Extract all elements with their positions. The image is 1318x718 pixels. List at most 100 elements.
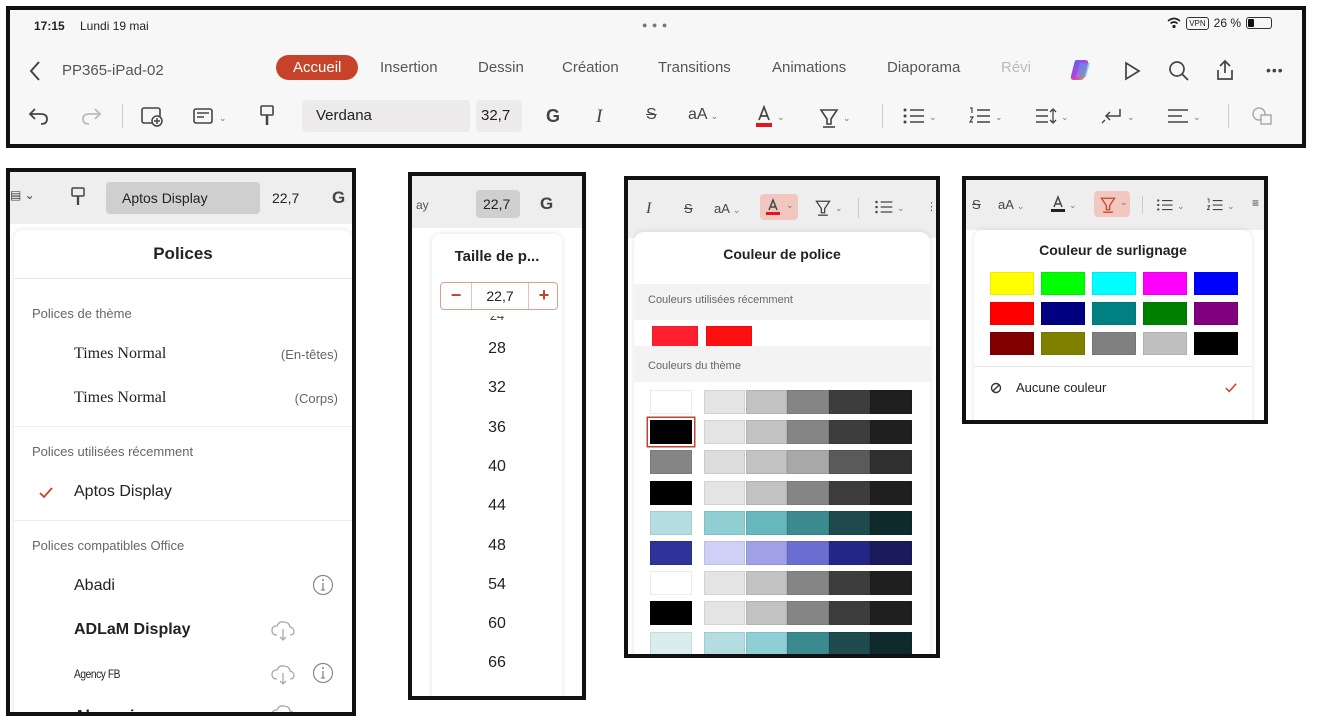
share-icon[interactable] xyxy=(1214,58,1236,82)
format-painter-icon[interactable] xyxy=(70,186,86,208)
color-swatch[interactable] xyxy=(870,601,912,626)
change-case-button[interactable]: aA ⌄ xyxy=(688,106,718,124)
color-swatch[interactable] xyxy=(650,480,692,505)
color-swatch[interactable] xyxy=(787,631,829,654)
cloud-download-icon[interactable] xyxy=(270,664,296,686)
font-name-field[interactable]: Aptos Display xyxy=(106,182,260,214)
color-swatch[interactable] xyxy=(650,631,692,654)
layout-icon[interactable] xyxy=(192,106,214,126)
color-swatch[interactable] xyxy=(745,510,787,535)
color-swatch[interactable] xyxy=(704,510,746,535)
font-item[interactable]: Agency FB xyxy=(14,656,352,692)
tab-revision[interactable]: Révi xyxy=(1001,59,1031,76)
size-stepper[interactable]: − 22,7 + xyxy=(440,282,558,310)
color-swatch[interactable] xyxy=(828,450,871,475)
color-swatch[interactable] xyxy=(787,450,829,475)
tab-creation[interactable]: Création xyxy=(562,59,619,76)
size-item[interactable]: 36 xyxy=(432,409,562,447)
color-swatch[interactable] xyxy=(828,480,871,505)
change-case-button[interactable]: aA ⌄ xyxy=(998,197,1024,212)
color-swatch[interactable] xyxy=(745,571,787,596)
highlight-swatch[interactable] xyxy=(1092,272,1136,295)
font-color-button[interactable]: ⌄ xyxy=(1050,194,1077,214)
color-swatch[interactable] xyxy=(787,420,829,445)
color-swatch[interactable] xyxy=(828,420,871,445)
color-swatch[interactable] xyxy=(870,571,912,596)
color-swatch-selected[interactable] xyxy=(650,420,692,445)
change-case-button[interactable]: aA ⌄ xyxy=(714,201,740,216)
color-swatch[interactable] xyxy=(704,541,746,565)
size-item[interactable]: 32 xyxy=(432,369,562,407)
info-icon[interactable] xyxy=(312,574,334,596)
font-name-field[interactable]: Verdana xyxy=(302,100,470,132)
color-swatch[interactable] xyxy=(650,510,692,535)
color-swatch[interactable] xyxy=(787,571,829,596)
cloud-download-icon[interactable] xyxy=(270,620,296,642)
color-swatch[interactable] xyxy=(704,480,746,505)
color-swatch[interactable] xyxy=(650,571,692,596)
bold-button[interactable]: G xyxy=(332,188,345,208)
tab-diaporama[interactable]: Diaporama xyxy=(887,59,960,76)
font-item[interactable]: Times Normal (En-têtes) xyxy=(14,336,352,372)
highlight-swatch[interactable] xyxy=(1143,332,1187,355)
info-icon[interactable] xyxy=(312,662,334,684)
color-swatch[interactable] xyxy=(870,510,912,535)
back-chevron-icon[interactable] xyxy=(28,60,42,82)
color-swatch[interactable] xyxy=(704,601,746,626)
color-swatch[interactable] xyxy=(828,541,871,565)
increase-button[interactable]: + xyxy=(529,283,559,309)
font-name-field[interactable]: ay xyxy=(416,198,429,212)
bold-button[interactable]: G xyxy=(546,106,560,127)
decrease-button[interactable]: − xyxy=(441,283,471,309)
highlight-swatch[interactable] xyxy=(1194,302,1238,325)
no-color-option[interactable]: Aucune couleur xyxy=(974,372,1252,406)
color-swatch[interactable] xyxy=(828,510,871,535)
color-swatch[interactable] xyxy=(787,541,829,565)
tab-transitions[interactable]: Transitions xyxy=(658,59,731,76)
color-swatch[interactable] xyxy=(870,480,912,505)
tab-insertion[interactable]: Insertion xyxy=(380,59,438,76)
strikethrough-button[interactable]: S xyxy=(972,197,981,212)
color-swatch[interactable] xyxy=(745,601,787,626)
color-swatch[interactable] xyxy=(787,510,829,535)
font-size-field[interactable]: 22,7 xyxy=(272,190,299,206)
color-swatch[interactable] xyxy=(650,390,692,414)
color-swatch[interactable] xyxy=(704,450,746,475)
font-size-field[interactable]: 32,7 xyxy=(476,100,522,132)
font-item[interactable]: ADLaM Display xyxy=(14,612,352,648)
highlight-swatch[interactable] xyxy=(1041,332,1085,355)
color-swatch[interactable] xyxy=(870,450,912,475)
highlight-swatch[interactable] xyxy=(1092,302,1136,325)
font-color-button[interactable]: ⌄ xyxy=(754,104,785,128)
highlight-swatch[interactable] xyxy=(1092,332,1136,355)
font-item[interactable]: Aharoni xyxy=(14,698,352,712)
copilot-icon[interactable] xyxy=(1068,58,1094,82)
more-icon[interactable]: ••• xyxy=(1266,62,1284,78)
line-spacing-icon[interactable]: ≡ xyxy=(1252,196,1259,210)
highlight-swatch[interactable] xyxy=(1143,272,1187,295)
size-item[interactable]: 60 xyxy=(432,605,562,643)
tab-accueil[interactable]: Accueil xyxy=(276,55,359,80)
color-swatch[interactable] xyxy=(828,571,871,596)
play-icon[interactable] xyxy=(1122,61,1142,81)
size-item[interactable]: 40 xyxy=(432,448,562,486)
document-title[interactable]: PP365-iPad-02 xyxy=(62,62,164,79)
color-swatch[interactable] xyxy=(745,541,787,565)
highlight-swatch[interactable] xyxy=(1194,272,1238,295)
size-item-partial[interactable]: 24 xyxy=(432,316,562,322)
bullets-button[interactable]: ⌄ xyxy=(1156,196,1185,214)
color-swatch[interactable] xyxy=(787,480,829,505)
shapes-icon[interactable] xyxy=(1250,105,1276,127)
color-swatch[interactable] xyxy=(828,390,871,414)
numbering-button[interactable]: ⌄ xyxy=(968,105,1003,126)
highlight-swatch[interactable] xyxy=(1194,332,1238,355)
color-swatch[interactable] xyxy=(745,420,787,445)
format-painter-icon[interactable] xyxy=(258,104,276,128)
color-swatch[interactable] xyxy=(870,541,912,565)
highlight-swatch[interactable] xyxy=(1041,272,1085,295)
align-button[interactable]: ⌄ xyxy=(1166,105,1201,126)
color-swatch[interactable] xyxy=(704,420,746,445)
color-swatch[interactable] xyxy=(870,390,912,414)
tab-animations[interactable]: Animations xyxy=(772,59,846,76)
size-item[interactable]: 54 xyxy=(432,566,562,604)
